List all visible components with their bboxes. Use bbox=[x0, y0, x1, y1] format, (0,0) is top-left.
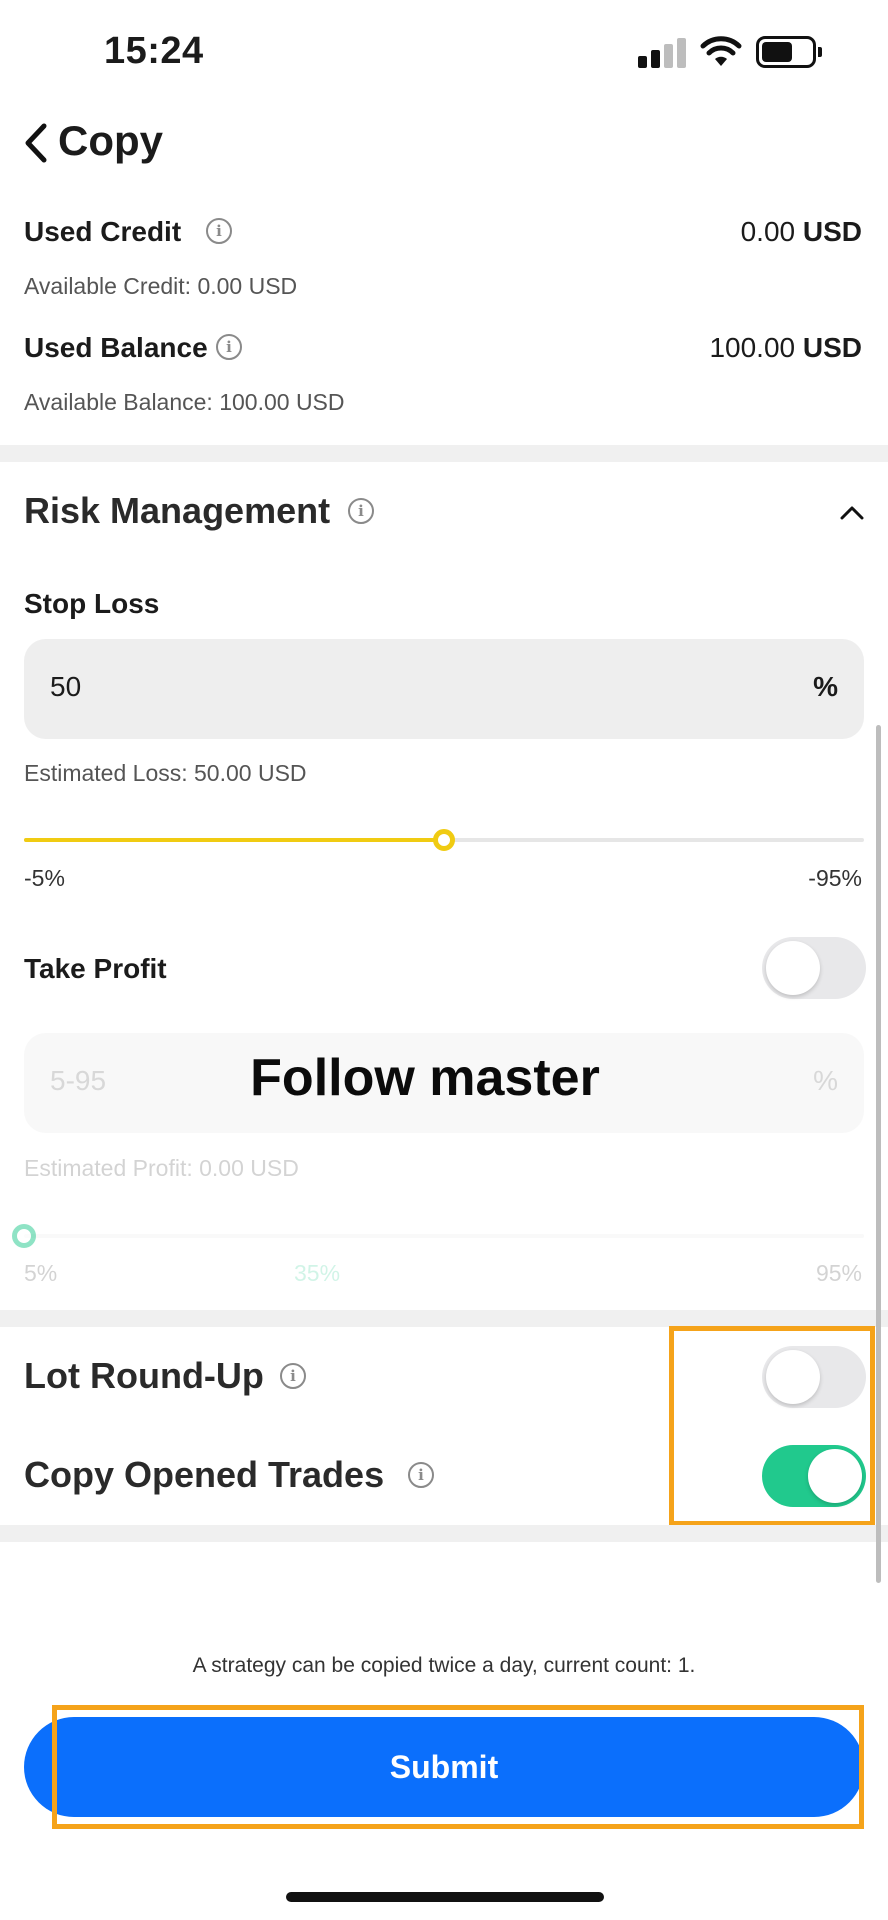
estimated-loss-text: Estimated Loss: 50.00 USD bbox=[24, 760, 307, 786]
available-credit-text: Available Credit: 0.00 USD bbox=[24, 273, 298, 299]
page-title: Copy bbox=[58, 117, 163, 164]
submit-highlight-box bbox=[52, 1705, 864, 1829]
chevron-up-icon[interactable] bbox=[840, 506, 864, 520]
home-indicator bbox=[286, 1892, 604, 1902]
section-divider bbox=[0, 1310, 888, 1327]
slider-min-label: -5% bbox=[24, 865, 65, 891]
used-credit-label: Used Credit bbox=[24, 216, 182, 247]
tp-slider-min-label: 5% bbox=[24, 1260, 58, 1286]
info-icon[interactable]: i bbox=[216, 334, 242, 360]
chevron-left-icon[interactable] bbox=[22, 122, 50, 164]
info-icon[interactable]: i bbox=[280, 1363, 306, 1389]
used-balance-label: Used Balance bbox=[24, 332, 208, 363]
take-profit-slider[interactable] bbox=[24, 1234, 864, 1238]
stop-loss-value: 50 bbox=[50, 671, 82, 702]
stop-loss-label: Stop Loss bbox=[24, 588, 160, 619]
lot-round-up-label: Lot Round-Up bbox=[24, 1355, 264, 1396]
take-profit-toggle[interactable] bbox=[762, 937, 866, 999]
slider-max-label: -95% bbox=[808, 865, 862, 891]
used-credit-value: 0.00 USD bbox=[741, 216, 862, 248]
risk-management-title: Risk Management bbox=[24, 490, 331, 531]
status-time: 15:24 bbox=[104, 30, 204, 72]
used-balance-unit: USD bbox=[802, 332, 862, 363]
stop-loss-input[interactable]: 50 % bbox=[24, 639, 864, 739]
section-divider bbox=[0, 1525, 888, 1542]
info-icon[interactable]: i bbox=[408, 1462, 434, 1488]
used-credit-unit: USD bbox=[802, 216, 862, 247]
cellular-signal-icon bbox=[638, 38, 686, 68]
scrollbar[interactable] bbox=[876, 725, 881, 1583]
used-balance-amount: 100.00 bbox=[709, 332, 796, 363]
available-balance-text: Available Balance: 100.00 USD bbox=[24, 389, 345, 415]
info-icon[interactable]: i bbox=[206, 218, 232, 244]
stop-loss-slider-fill bbox=[24, 838, 444, 842]
copy-opened-trades-label: Copy Opened Trades bbox=[24, 1454, 385, 1495]
section-divider bbox=[0, 445, 888, 462]
used-credit-amount: 0.00 bbox=[740, 216, 796, 247]
estimated-profit-text: Estimated Profit: 0.00 USD bbox=[24, 1155, 299, 1181]
copy-limit-note: A strategy can be copied twice a day, cu… bbox=[192, 1654, 696, 1677]
used-balance-value: 100.00 USD bbox=[709, 332, 862, 364]
battery-icon bbox=[756, 36, 822, 68]
tp-slider-mid-label: 35% bbox=[294, 1260, 341, 1286]
stop-loss-unit: % bbox=[813, 671, 838, 702]
stop-loss-slider-thumb[interactable] bbox=[433, 829, 455, 851]
info-icon[interactable]: i bbox=[348, 498, 374, 524]
follow-master-annotation: Follow master bbox=[250, 1049, 600, 1107]
wifi-icon bbox=[700, 36, 742, 66]
tp-slider-max-label: 95% bbox=[815, 1260, 862, 1286]
take-profit-slider-thumb[interactable] bbox=[12, 1224, 36, 1248]
toggle-highlight-box bbox=[669, 1326, 875, 1526]
take-profit-label: Take Profit bbox=[24, 953, 167, 984]
